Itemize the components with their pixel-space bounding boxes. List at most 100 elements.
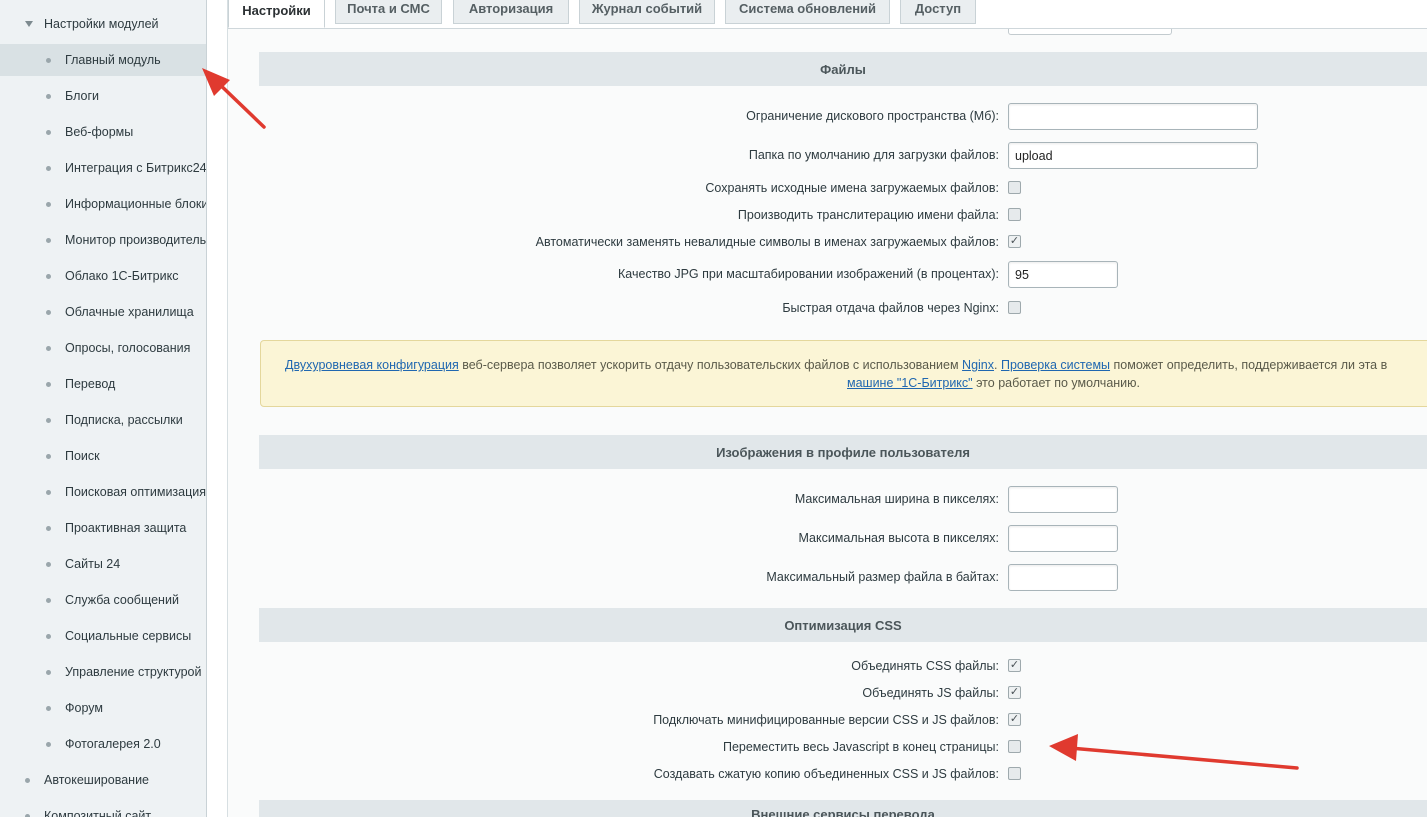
bitrix-vm-link[interactable]: машине "1С-Битрикс" — [847, 376, 973, 390]
sidebar-item[interactable]: Проактивная защита — [0, 512, 206, 544]
nginx-label: Быстрая отдача файлов через Nginx: — [782, 301, 999, 315]
disk-limit-input[interactable] — [1008, 103, 1258, 130]
sidebar-item-label: Подписка, рассылки — [65, 413, 183, 427]
save-names-checkbox[interactable] — [1008, 181, 1021, 194]
bullet-icon — [46, 417, 51, 423]
bullet-icon — [46, 561, 51, 567]
sidebar-item-label: Поиск — [65, 449, 100, 463]
notice-text: веб-сервера позволяет ускорить отдачу по… — [458, 358, 963, 372]
sidebar-item[interactable]: Интеграция с Битрикс24 — [0, 152, 206, 184]
module-settings-sidebar: Настройки модулей Главный модуль Блоги Веб… — [0, 0, 207, 817]
sidebar-group-module-settings[interactable]: Настройки модулей — [0, 8, 206, 40]
cut-off-select[interactable] — [1008, 29, 1172, 35]
sidebar-top-item[interactable]: Автокеширование — [0, 764, 206, 796]
nginx-checkbox[interactable] — [1008, 301, 1021, 314]
section-header-avatar-images: Изображения в профиле пользователя — [259, 435, 1427, 469]
tab-label: Авторизация — [468, 1, 554, 16]
sidebar-item[interactable]: Фотогалерея 2.0 — [0, 728, 206, 760]
tab-update-system[interactable]: Система обновлений — [725, 0, 890, 24]
two-level-config-link[interactable]: Двухуровневая конфигурация — [285, 358, 459, 372]
nginx-link[interactable]: Nginx — [962, 358, 994, 372]
save-names-label: Сохранять исходные имена загружаемых фай… — [705, 181, 999, 195]
sidebar-item[interactable]: Социальные сервисы — [0, 620, 206, 652]
bullet-icon — [46, 237, 51, 243]
sidebar-item-label: Облачные хранилища — [65, 305, 194, 319]
triangle-down-icon — [25, 21, 33, 27]
section-title: Файлы — [820, 61, 866, 77]
notice-text: . — [994, 358, 1001, 372]
sidebar-item[interactable]: Перевод — [0, 368, 206, 400]
max-height-label: Максимальная высота в пикселях: — [798, 531, 999, 545]
sidebar-item[interactable]: Облачные хранилища — [0, 296, 206, 328]
sidebar-item-label: Облако 1С-Битрикс — [65, 269, 179, 283]
checkmark-icon: ✓ — [1009, 686, 1020, 698]
checkmark-icon: ✓ — [1009, 235, 1020, 247]
sidebar-item-label: Веб-формы — [65, 125, 134, 139]
sidebar-item[interactable]: Форум — [0, 692, 206, 724]
jpg-quality-input[interactable] — [1008, 261, 1118, 288]
jpg-quality-label: Качество JPG при масштабировании изображ… — [618, 267, 999, 281]
merge-css-checkbox[interactable]: ✓ — [1008, 659, 1021, 672]
upload-dir-label: Папка по умолчанию для загрузки файлов: — [748, 148, 999, 162]
sidebar-top-item[interactable]: Композитный сайт — [0, 800, 206, 817]
nginx-notice: Двухуровневая конфигурация веб-сервера п… — [260, 340, 1427, 407]
merge-js-checkbox[interactable]: ✓ — [1008, 686, 1021, 699]
notice-text: это работает по умолчанию. — [972, 376, 1140, 390]
merge-js-label: Объединять JS файлы: — [862, 686, 999, 700]
section-header-translation-services: Внешние сервисы перевода — [259, 800, 1427, 817]
system-check-link[interactable]: Проверка системы — [1001, 358, 1110, 372]
replace-invalid-checkbox[interactable]: ✓ — [1008, 235, 1021, 248]
sidebar-item[interactable]: Веб-формы — [0, 116, 206, 148]
bullet-icon — [46, 669, 51, 675]
translit-checkbox[interactable] — [1008, 208, 1021, 221]
bullet-icon — [46, 381, 51, 387]
compress-checkbox[interactable] — [1008, 767, 1021, 780]
tab-access[interactable]: Доступ — [900, 0, 976, 24]
sidebar-item-label: Фотогалерея 2.0 — [65, 737, 161, 751]
upload-dir-input[interactable] — [1008, 142, 1258, 169]
checkmark-icon: ✓ — [1009, 659, 1020, 671]
sidebar-item[interactable]: Главный модуль — [0, 44, 206, 76]
bullet-icon — [46, 165, 51, 171]
section-title: Внешние сервисы перевода — [751, 807, 935, 817]
checkmark-icon: ✓ — [1009, 713, 1020, 725]
sidebar-item[interactable]: Сайты 24 — [0, 548, 206, 580]
sidebar-item[interactable]: Опросы, голосования — [0, 332, 206, 364]
sidebar-item[interactable]: Облако 1С-Битрикс — [0, 260, 206, 292]
sidebar-item[interactable]: Блоги — [0, 80, 206, 112]
max-size-label: Максимальный размер файла в байтах: — [766, 570, 999, 584]
disk-limit-label: Ограничение дискового пространства (Мб): — [746, 109, 999, 123]
sidebar-item-label: Социальные сервисы — [65, 629, 192, 643]
bullet-icon — [46, 597, 51, 603]
sidebar-item[interactable]: Подписка, рассылки — [0, 404, 206, 436]
max-height-input[interactable] — [1008, 525, 1118, 552]
tab-settings[interactable]: Настройки — [228, 0, 325, 28]
bullet-icon — [46, 273, 51, 279]
tab-event-log[interactable]: Журнал событий — [579, 0, 715, 24]
tab-label: Система обновлений — [738, 1, 877, 16]
sidebar-item-label: Блоги — [65, 89, 99, 103]
sidebar-item-label: Монитор производительности — [65, 233, 206, 247]
max-size-input[interactable] — [1008, 564, 1118, 591]
sidebar-item[interactable]: Монитор производительности — [0, 224, 206, 256]
sidebar-item-label: Управление структурой — [65, 665, 202, 679]
notice-line: Двухуровневая конфигурация веб-сервера п… — [285, 356, 1387, 374]
bullet-icon — [46, 489, 51, 495]
sidebar-item[interactable]: Поисковая оптимизация — [0, 476, 206, 508]
sidebar-item[interactable]: Информационные блоки — [0, 188, 206, 220]
tab-authorization[interactable]: Авторизация — [453, 0, 569, 24]
minified-checkbox[interactable]: ✓ — [1008, 713, 1021, 726]
sidebar-item[interactable]: Управление структурой — [0, 656, 206, 688]
sidebar-item-label: Интеграция с Битрикс24 — [65, 161, 206, 175]
sidebar-item[interactable]: Поиск — [0, 440, 206, 472]
tab-mail-sms[interactable]: Почта и СМС — [335, 0, 442, 24]
max-width-input[interactable] — [1008, 486, 1118, 513]
move-js-checkbox[interactable] — [1008, 740, 1021, 753]
section-header-css-optimization: Оптимизация CSS — [259, 608, 1427, 642]
sidebar-item-label: Перевод — [65, 377, 116, 391]
sidebar-group-label: Настройки модулей — [44, 17, 159, 31]
sidebar-gutter — [207, 0, 227, 817]
sidebar-item[interactable]: Служба сообщений — [0, 584, 206, 616]
bullet-icon — [46, 129, 51, 135]
tab-label: Журнал событий — [591, 1, 703, 16]
